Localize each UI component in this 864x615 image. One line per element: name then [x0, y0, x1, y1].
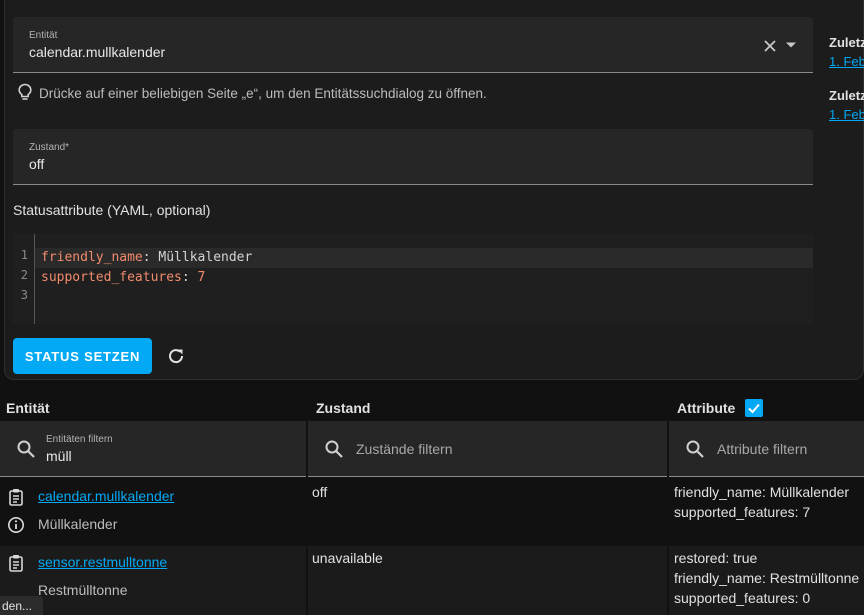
state-filter[interactable]: Zustände filtern — [308, 421, 667, 477]
entity-id-link[interactable]: calendar.mullkalender — [38, 486, 174, 506]
line-number: 2 — [20, 268, 28, 282]
clipboard-icon[interactable] — [7, 554, 25, 572]
set-state-button[interactable]: STATUS SETZEN — [13, 338, 152, 374]
attribute-line: supported_features: 0 — [674, 590, 811, 606]
attribute-line: supported_features: 7 — [674, 504, 811, 520]
attribute-line: friendly_name: Müllkalender — [674, 484, 850, 500]
last-changed-info: Zuletz 1. Feb — [829, 35, 864, 69]
header-entity[interactable]: Entität — [6, 400, 50, 416]
entity-field-label: Entität — [29, 30, 58, 41]
entity-filter-label: Entitäten filtern — [46, 434, 113, 445]
code-line[interactable]: friendly_name: Müllkalender — [35, 248, 813, 268]
info-icon[interactable] — [7, 516, 25, 534]
line-number-gutter: 1 2 3 — [13, 234, 35, 324]
yaml-separator: : — [142, 250, 159, 265]
search-icon — [324, 439, 344, 459]
chevron-down-icon[interactable] — [783, 37, 799, 53]
hint-text: Drücke auf einer beliebigen Seite „e“, u… — [39, 86, 487, 101]
line-number: 3 — [20, 288, 28, 302]
entity-filter-value[interactable]: müll — [46, 448, 72, 464]
state-value: off — [312, 484, 328, 500]
entity-search-hint: Drücke auf einer beliebigen Seite „e“, u… — [17, 83, 487, 104]
code-line[interactable]: supported_features: 7 — [35, 268, 813, 288]
state-field-value[interactable]: off — [29, 156, 44, 172]
header-state[interactable]: Zustand — [316, 400, 370, 416]
entity-filter[interactable]: Entitäten filtern müll — [0, 421, 306, 477]
table-row: calendar.mullkalender Müllkalender off f… — [0, 478, 864, 544]
state-field[interactable]: Zustand* off — [13, 129, 813, 185]
yaml-code-editor[interactable]: 1 2 3 friendly_name: Müllkalender suppor… — [13, 234, 813, 324]
refresh-icon[interactable] — [165, 345, 187, 367]
state-value: unavailable — [312, 550, 383, 566]
yaml-key: friendly_name — [41, 250, 143, 265]
column-divider — [667, 478, 669, 615]
last-changed-link[interactable]: 1. Feb — [829, 54, 864, 69]
entity-id-link[interactable]: sensor.restmulltonne — [38, 552, 167, 572]
attribute-line: restored: true — [674, 550, 758, 566]
last-changed-title: Zuletz — [829, 35, 864, 50]
table-row: sensor.restmulltonne Restmülltonne unava… — [0, 546, 864, 615]
attribute-line: friendly_name: Restmülltonne — [674, 570, 860, 586]
lightbulb-icon — [17, 83, 33, 104]
yaml-value: 7 — [197, 270, 206, 285]
last-updated-info: Zuletz 1. Feb — [829, 88, 864, 122]
attribute-filter[interactable]: Attribute filtern — [669, 421, 864, 477]
toast-notification[interactable]: den... — [0, 596, 43, 615]
check-icon — [748, 403, 760, 414]
last-updated-link[interactable]: 1. Feb — [829, 107, 864, 122]
attribute-filter-placeholder[interactable]: Attribute filtern — [717, 441, 807, 457]
code-line[interactable] — [35, 288, 813, 308]
yaml-value: Müllkalender — [158, 250, 253, 265]
clipboard-icon[interactable] — [7, 488, 25, 506]
developer-tools-states-page: Entität calendar.mullkalender Drücke auf… — [0, 0, 864, 615]
entity-picker-field[interactable]: Entität calendar.mullkalender — [13, 17, 813, 73]
state-filter-placeholder[interactable]: Zustände filtern — [356, 441, 453, 457]
entity-field-value[interactable]: calendar.mullkalender — [29, 44, 165, 60]
yaml-attributes-label: Statusattribute (YAML, optional) — [13, 202, 211, 218]
state-field-label: Zustand* — [29, 142, 70, 153]
search-icon — [685, 439, 705, 459]
column-divider — [306, 478, 308, 615]
friendly-name: Müllkalender — [38, 516, 118, 532]
line-number: 1 — [20, 248, 28, 262]
header-attributes[interactable]: Attribute — [677, 400, 735, 416]
yaml-key: supported_features — [41, 270, 182, 285]
friendly-name: Restmülltonne — [38, 582, 128, 598]
last-updated-title: Zuletz — [829, 88, 864, 103]
clear-icon[interactable] — [761, 37, 779, 55]
attributes-checkbox[interactable] — [745, 399, 763, 417]
search-icon — [16, 439, 36, 459]
yaml-separator: : — [181, 270, 198, 285]
